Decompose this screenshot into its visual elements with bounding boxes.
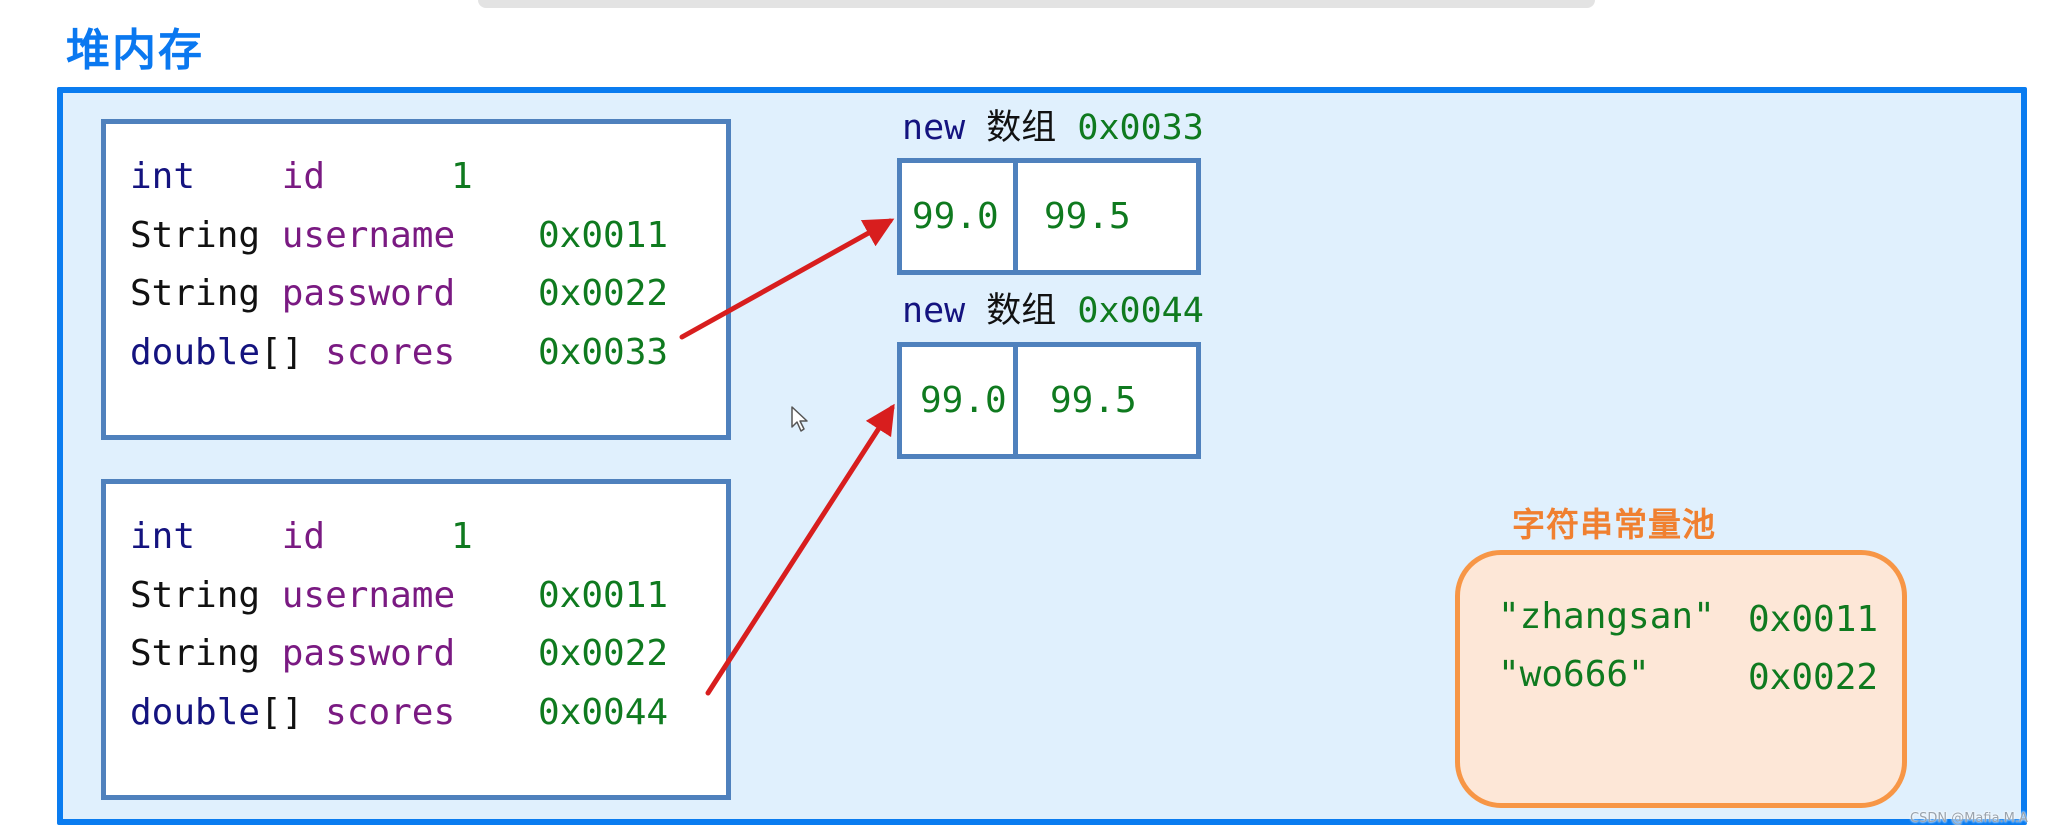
field-name: username <box>281 215 456 256</box>
student-object-1: int id 1 String username 0x0011 String p… <box>101 119 731 440</box>
student-object-2: int id 1 String username 0x0011 String p… <box>101 479 731 800</box>
field-row-username: String username <box>130 574 455 618</box>
field-name: username <box>281 575 456 616</box>
array-type-label: 数组 <box>986 108 1057 148</box>
field-type: String <box>130 273 261 314</box>
pool-address: 0x0022 <box>1748 657 1879 698</box>
field-value-text: 1 <box>451 156 473 197</box>
array-box-2: 99.0 99.5 <box>897 342 1201 459</box>
field-value-text: 1 <box>451 516 473 557</box>
array-cell: 99.0 <box>902 347 1018 454</box>
array-cell: 99.0 <box>902 163 1018 270</box>
array-box-1: 99.0 99.5 <box>897 158 1201 275</box>
field-value: 0x0011 <box>538 215 669 256</box>
field-type: double <box>130 692 261 733</box>
array-cell: 99.5 <box>1050 380 1137 421</box>
field-row-password: String password <box>130 632 455 676</box>
array-keyword: new <box>902 291 966 331</box>
pool-literal: "wo666" <box>1498 654 1650 695</box>
array-label-2: new 数组 0x0044 <box>902 289 1204 333</box>
array-address: 0x0044 <box>1077 291 1204 331</box>
field-name: scores <box>325 332 456 373</box>
pool-literal: "zhangsan" <box>1498 596 1715 637</box>
field-value: 0x0033 <box>538 332 669 373</box>
top-bar <box>478 0 1595 8</box>
field-row-id: int id <box>130 155 325 199</box>
field-row-scores: double[] scores <box>130 691 455 735</box>
field-name: password <box>281 273 456 314</box>
array-address: 0x0033 <box>1077 108 1204 148</box>
field-row-id: int id <box>130 515 325 559</box>
field-type: String <box>130 633 261 674</box>
field-value: 0x0022 <box>538 633 669 674</box>
field-row-password: String password <box>130 272 455 316</box>
field-type: int <box>130 156 196 197</box>
field-name: id <box>281 516 326 557</box>
field-value: 0x0022 <box>538 273 669 314</box>
array-keyword: new <box>902 108 966 148</box>
field-value: 0x0011 <box>538 575 669 616</box>
field-type-suffix: [] <box>260 692 304 733</box>
array-type-label: 数组 <box>986 291 1057 331</box>
string-pool-box: "zhangsan" 0x0011 "wo666" 0x0022 <box>1455 550 1907 808</box>
field-name: id <box>281 156 326 197</box>
field-name: scores <box>325 692 456 733</box>
field-row-username: String username <box>130 214 455 258</box>
field-name: password <box>281 633 456 674</box>
field-type-suffix: [] <box>260 332 304 373</box>
array-label-1: new 数组 0x0033 <box>902 106 1204 150</box>
field-type: double <box>130 332 261 373</box>
field-type: String <box>130 575 261 616</box>
watermark: CSDN @Mafia.M.A <box>1910 811 2028 826</box>
field-value: 0x0044 <box>538 692 669 733</box>
field-row-scores: double[] scores <box>130 331 455 375</box>
string-pool-label: 字符串常量池 <box>1512 505 1716 544</box>
heap-title: 堆内存 <box>66 25 204 76</box>
array-cell: 99.5 <box>1044 196 1131 237</box>
field-type: int <box>130 516 196 557</box>
field-type: String <box>130 215 261 256</box>
mouse-cursor-icon <box>791 406 808 432</box>
pool-address: 0x0011 <box>1748 599 1879 640</box>
